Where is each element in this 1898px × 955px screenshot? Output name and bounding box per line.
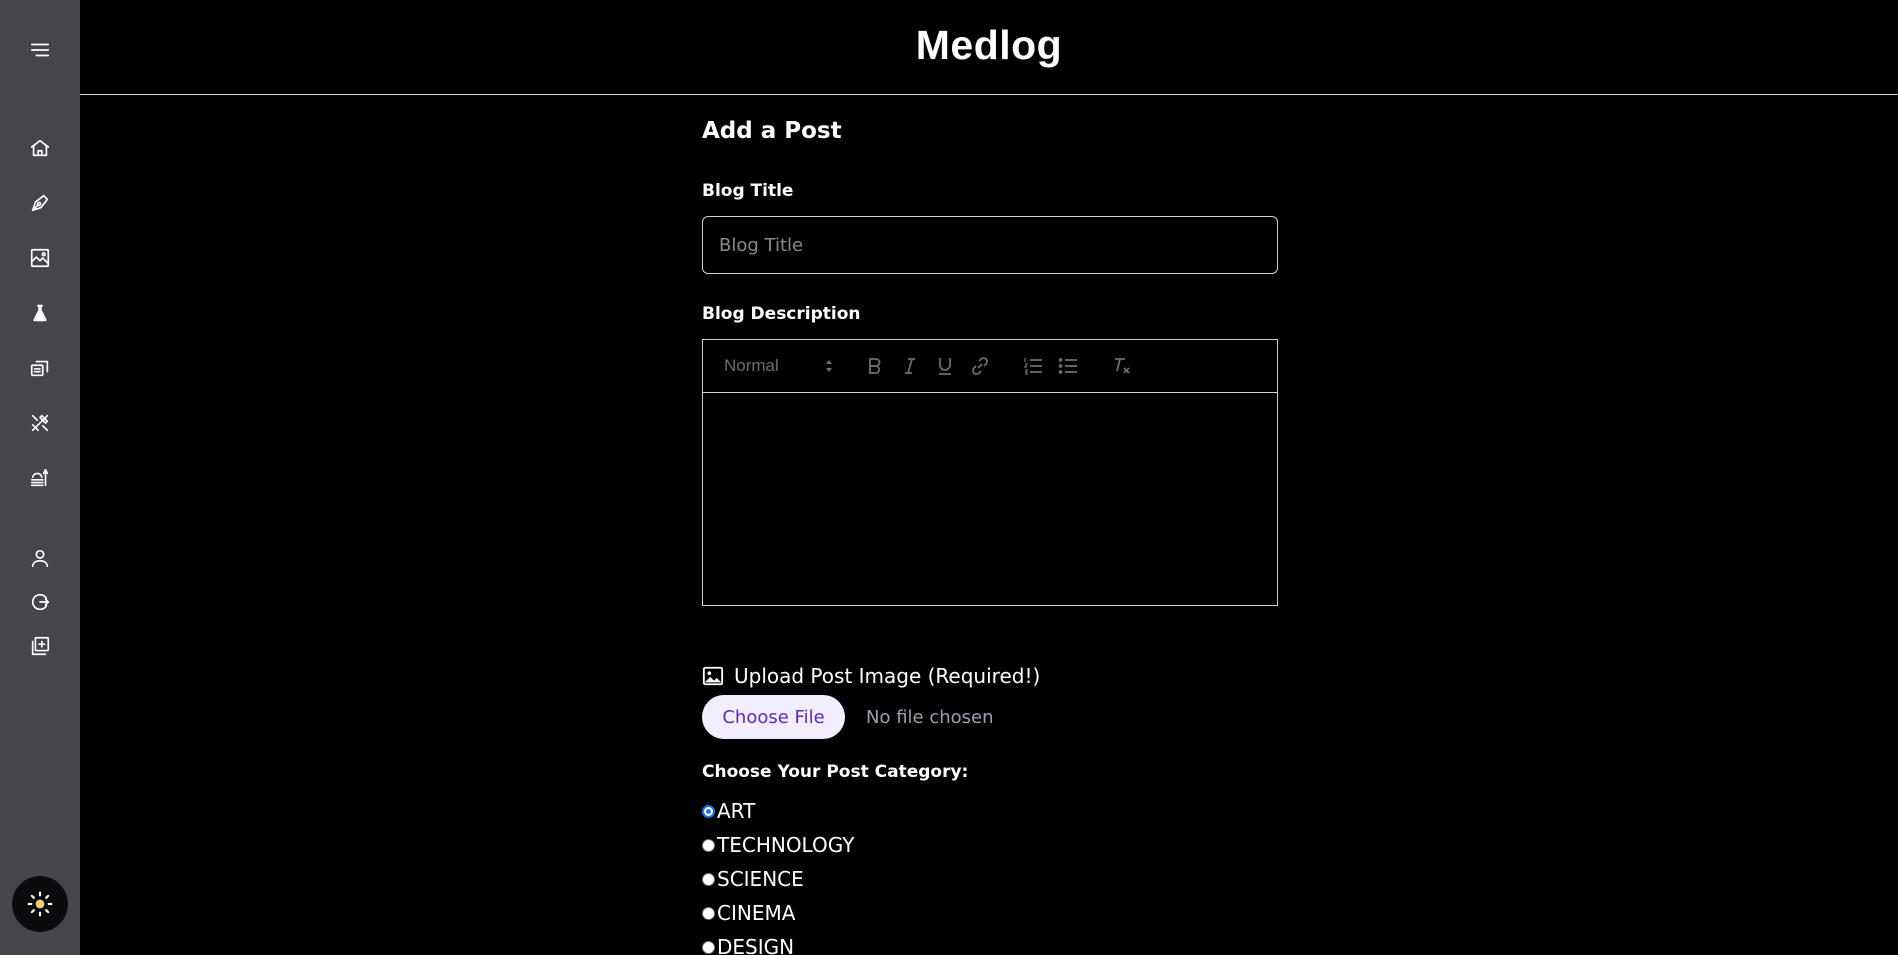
underline-icon[interactable] bbox=[933, 354, 957, 378]
blog-description-label: Blog Description bbox=[702, 304, 861, 324]
select-arrows-icon bbox=[826, 360, 832, 372]
category-option-cinema[interactable]: CINEMA bbox=[702, 901, 795, 925]
category-label: Choose Your Post Category: bbox=[702, 762, 969, 782]
choose-file-button[interactable]: Choose File bbox=[702, 695, 845, 739]
blog-title-label: Blog Title bbox=[702, 181, 794, 201]
design-tools-icon[interactable] bbox=[26, 409, 54, 437]
radio-art[interactable] bbox=[702, 804, 715, 818]
cinema-tickets-icon[interactable] bbox=[26, 354, 54, 382]
art-image-icon[interactable] bbox=[26, 244, 54, 272]
ordered-list-icon[interactable] bbox=[1021, 354, 1045, 378]
editor-body[interactable] bbox=[703, 393, 1277, 605]
flask-icon[interactable] bbox=[26, 299, 54, 327]
italic-icon[interactable] bbox=[898, 354, 922, 378]
category-label-science: SCIENCE bbox=[717, 867, 804, 891]
text-size-value: Normal bbox=[724, 356, 779, 375]
add-post-form: Add a Post Blog Title Blog Description N… bbox=[702, 118, 1278, 955]
radio-cinema[interactable] bbox=[702, 906, 715, 920]
sun-icon bbox=[27, 891, 53, 917]
radio-science[interactable] bbox=[702, 872, 715, 886]
text-size-select[interactable]: Normal bbox=[724, 354, 834, 378]
image-icon bbox=[702, 666, 724, 686]
pen-tool-icon[interactable] bbox=[26, 189, 54, 217]
theme-toggle-button[interactable] bbox=[12, 876, 68, 932]
link-icon[interactable] bbox=[968, 354, 992, 378]
bullet-list-icon[interactable] bbox=[1056, 354, 1080, 378]
page-title: Add a Post bbox=[702, 118, 842, 144]
upload-label-text: Upload Post Image (Required!) bbox=[734, 664, 1041, 688]
category-label-design: DESIGN bbox=[717, 935, 795, 955]
rich-text-editor: Normal bbox=[702, 339, 1278, 606]
category-label-cinema: CINEMA bbox=[717, 901, 796, 925]
file-input: Choose File No file chosen bbox=[702, 695, 994, 739]
category-option-technology[interactable]: TECHNOLOGY bbox=[702, 833, 854, 857]
brand-title[interactable]: Medlog bbox=[80, 22, 1898, 69]
radio-technology[interactable] bbox=[702, 838, 715, 852]
menu-icon[interactable] bbox=[26, 36, 54, 64]
category-option-art[interactable]: ART bbox=[702, 799, 755, 823]
category-label-technology: TECHNOLOGY bbox=[717, 833, 855, 857]
blog-title-input[interactable] bbox=[702, 216, 1278, 274]
editor-toolbar: Normal bbox=[703, 340, 1277, 393]
sidebar bbox=[0, 0, 80, 955]
logout-icon[interactable] bbox=[26, 588, 54, 616]
add-post-icon[interactable] bbox=[26, 632, 54, 660]
category-option-design[interactable]: DESIGN bbox=[702, 935, 794, 955]
food-icon[interactable] bbox=[26, 464, 54, 492]
clear-format-icon[interactable] bbox=[1110, 354, 1134, 378]
radio-design[interactable] bbox=[702, 940, 715, 954]
category-option-science[interactable]: SCIENCE bbox=[702, 867, 804, 891]
no-file-status: No file chosen bbox=[866, 706, 994, 728]
user-icon[interactable] bbox=[26, 544, 54, 572]
top-header: Medlog bbox=[80, 0, 1898, 95]
home-icon[interactable] bbox=[26, 134, 54, 162]
bold-icon[interactable] bbox=[863, 354, 887, 378]
upload-image-label: Upload Post Image (Required!) bbox=[702, 664, 1040, 688]
category-label-art: ART bbox=[717, 799, 756, 823]
